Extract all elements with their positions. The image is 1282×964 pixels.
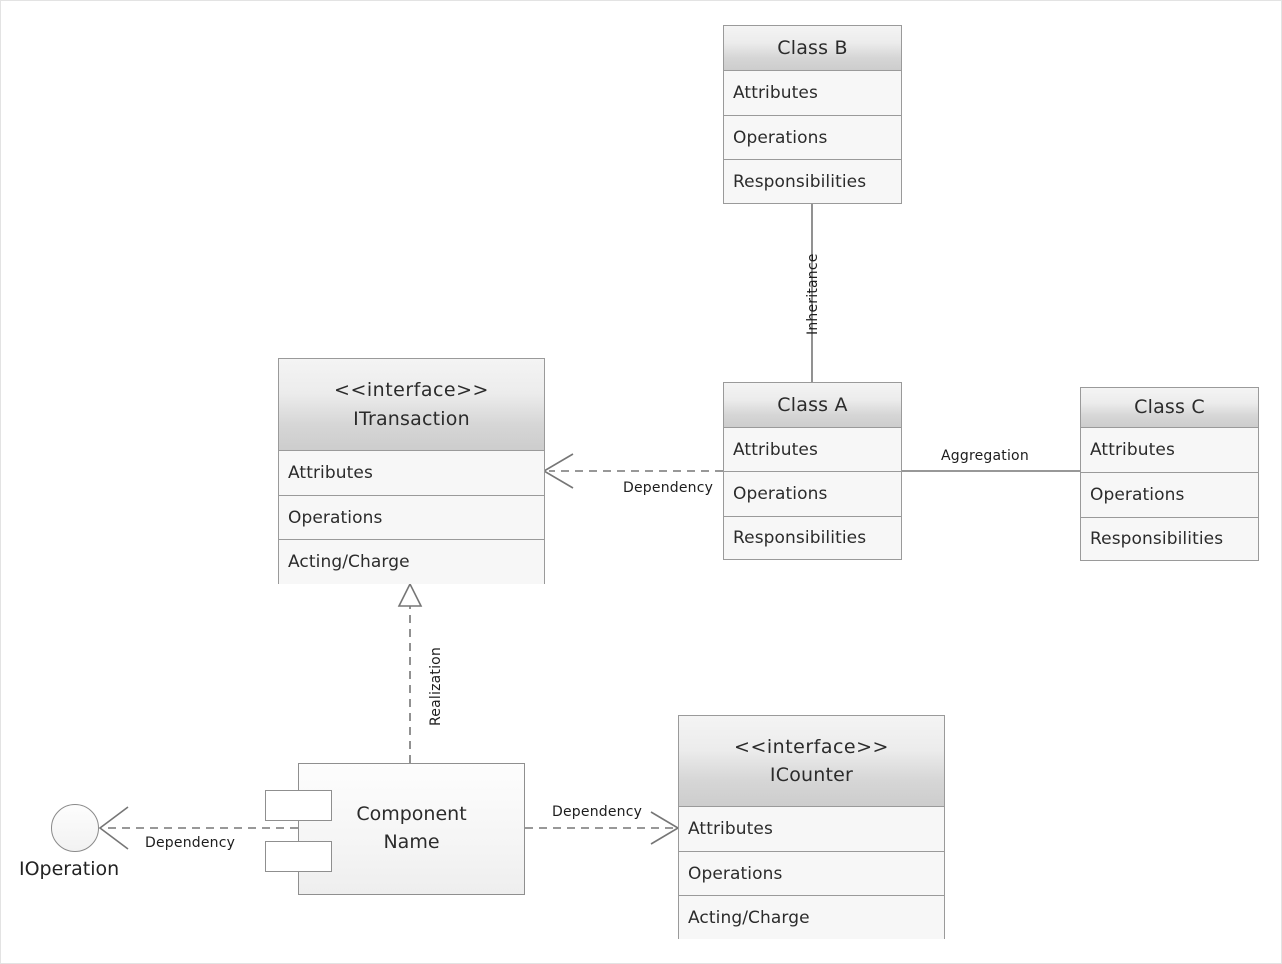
class-b-compartment-attributes: Attributes [724,71,901,116]
connector-realization [397,582,423,763]
component-node[interactable]: Component Name [298,763,525,895]
class-a-name: Class A [777,393,848,416]
interface-box-icounter[interactable]: <<interface>> ICounter Attributes Operat… [678,715,945,939]
edge-label-realization: Realization [428,646,444,726]
class-box-class-c[interactable]: Class C Attributes Operations Responsibi… [1080,387,1259,561]
component-port-tab-upper [265,790,332,821]
class-box-class-b[interactable]: Class B Attributes Operations Responsibi… [723,25,902,204]
edge-label-dependency-class-a-itransaction: Dependency [623,480,714,496]
diagram-canvas: Class B Attributes Operations Responsibi… [0,0,1282,964]
icounter-header: <<interface>> ICounter [679,716,944,807]
class-a-header: Class A [724,383,901,428]
component-name-line1: Component [356,803,467,826]
class-c-name: Class C [1134,396,1205,419]
icounter-compartment-attributes: Attributes [679,807,944,852]
ioperation-label: IOperation [19,858,120,880]
class-box-class-a[interactable]: Class A Attributes Operations Responsibi… [723,382,902,560]
itransaction-compartment-operations: Operations [279,496,544,540]
itransaction-header: <<interface>> ITransaction [279,359,544,451]
edge-label-aggregation: Aggregation [941,448,1029,464]
interface-box-itransaction[interactable]: <<interface>> ITransaction Attributes Op… [278,358,545,584]
class-c-compartment-responsibilities: Responsibilities [1081,518,1258,560]
class-c-compartment-attributes: Attributes [1081,428,1258,473]
class-a-compartment-responsibilities: Responsibilities [724,517,901,559]
class-b-compartment-responsibilities: Responsibilities [724,160,901,203]
edge-label-dependency-component-ioperation: Dependency [145,835,236,851]
component-port-tab-lower [265,841,332,872]
provided-interface-ball-ioperation[interactable] [51,804,99,852]
class-b-compartment-operations: Operations [724,116,901,160]
itransaction-compartment-attributes: Attributes [279,451,544,496]
edge-label-dependency-component-icounter: Dependency [552,804,643,820]
class-a-compartment-attributes: Attributes [724,428,901,472]
class-c-header: Class C [1081,388,1258,428]
icounter-compartment-acting-charge: Acting/Charge [679,896,944,939]
component-node-label: Component Name [356,801,466,856]
itransaction-compartment-acting-charge: Acting/Charge [279,540,544,584]
edge-label-inheritance: Inheritance [805,253,821,335]
class-b-name: Class B [777,36,848,59]
itransaction-name: ITransaction [353,407,470,430]
class-a-compartment-operations: Operations [724,472,901,517]
itransaction-stereotype: <<interface>> [334,379,489,401]
class-c-compartment-operations: Operations [1081,473,1258,518]
icounter-name: ICounter [769,764,854,786]
icounter-stereotype: <<interface>> [734,735,889,758]
class-b-header: Class B [724,26,901,71]
component-name-line2: Name [383,831,440,853]
icounter-compartment-operations: Operations [679,852,944,896]
